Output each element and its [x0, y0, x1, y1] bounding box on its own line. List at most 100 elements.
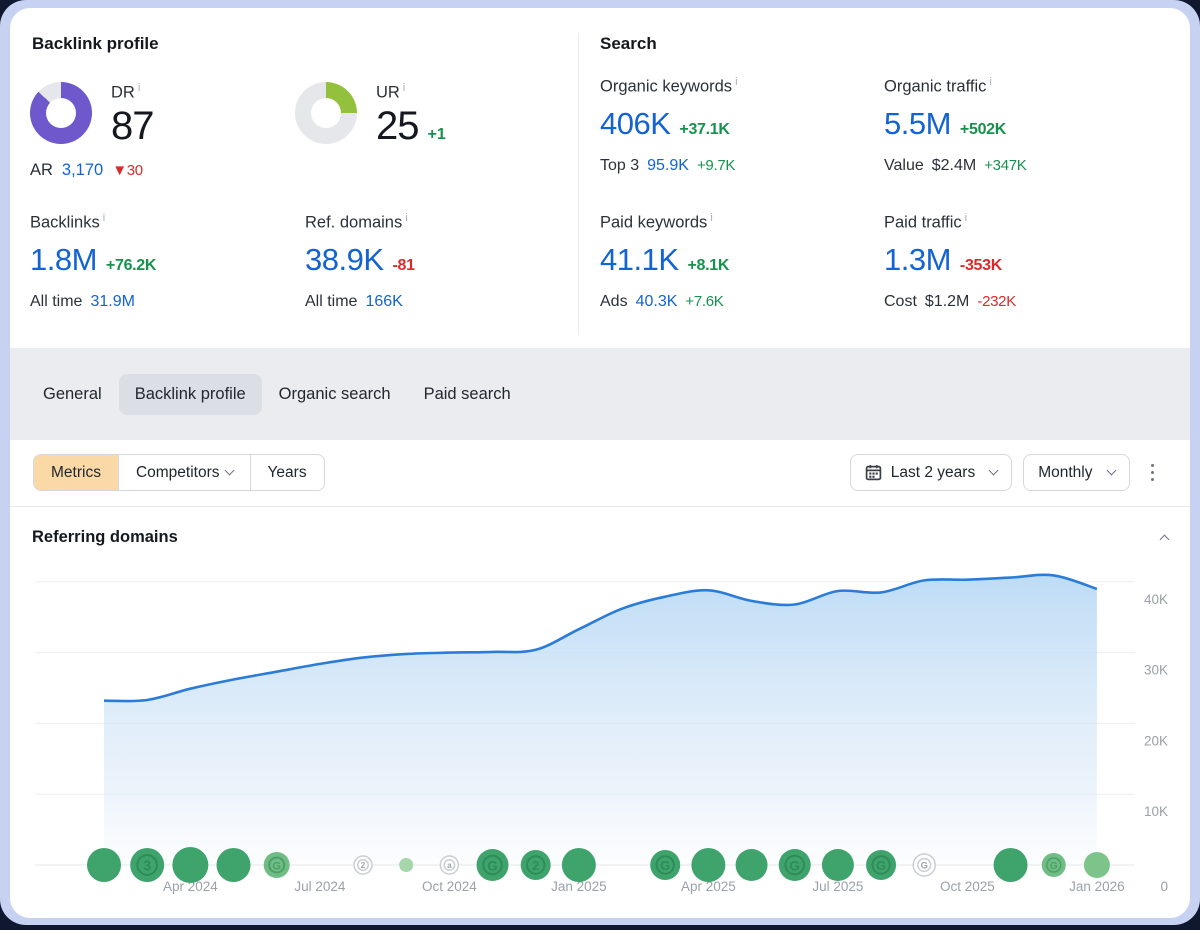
dr-donut-chart — [30, 82, 92, 144]
backlinks-label: Backlinksi — [30, 212, 156, 233]
google-update-marker[interactable] — [736, 849, 768, 881]
ar-label: AR — [30, 161, 53, 179]
paid-traffic-value[interactable]: 1.3M — [884, 242, 951, 278]
calendar-icon — [865, 464, 882, 481]
marker-letter: G — [660, 858, 670, 873]
y-axis-label: 0 — [1160, 879, 1168, 894]
top3-row: Top 395.9K+9.7K — [600, 157, 738, 175]
dr-value: 87 — [111, 104, 154, 149]
chevron-down-icon — [224, 466, 234, 476]
info-icon[interactable]: i — [989, 76, 991, 88]
marker-letter: 2 — [532, 858, 539, 873]
google-update-marker[interactable]: G — [779, 849, 811, 881]
backlinks-value[interactable]: 1.8M — [30, 242, 97, 278]
paid-keywords-value[interactable]: 41.1K — [600, 242, 679, 278]
google-update-marker[interactable]: 3 — [130, 848, 164, 882]
chart-toolbar: Metrics Competitors Years Last 2 years M… — [10, 440, 1190, 506]
paid-keywords-delta: +8.1K — [688, 257, 730, 275]
paid-keywords-label: Paid keywordsi — [600, 212, 729, 233]
info-icon[interactable]: i — [103, 212, 105, 224]
ref-domains-value[interactable]: 38.9K — [305, 242, 384, 278]
window-frame: Backlink profile Search DRi 87 URi 25+1 … — [0, 0, 1200, 925]
ur-label: URi — [376, 82, 446, 103]
tab-paid-search[interactable]: Paid search — [408, 374, 527, 415]
marker-letter: G — [876, 858, 886, 873]
ref-domains-delta: -81 — [393, 257, 415, 275]
google-update-marker[interactable]: 2 — [354, 856, 372, 874]
cost-row: Cost$1.2M-232K — [884, 293, 1016, 311]
ar-row: AR3,170▼30 — [30, 161, 143, 180]
google-update-marker[interactable] — [562, 848, 596, 882]
info-icon[interactable]: i — [965, 212, 967, 224]
info-icon[interactable]: i — [710, 212, 712, 224]
marker-letter: G — [487, 858, 498, 873]
organic-keywords-stat: Organic keywordsi 406K+37.1K Top 395.9K+… — [600, 76, 738, 175]
google-update-marker[interactable]: 2 — [521, 850, 551, 880]
dr-label: DRi — [111, 82, 154, 103]
google-update-marker[interactable] — [172, 847, 208, 883]
y-axis-label: 40K — [1144, 592, 1168, 607]
google-update-marker[interactable] — [87, 848, 121, 882]
competitors-segment[interactable]: Competitors — [119, 455, 251, 490]
y-axis-label: 30K — [1144, 663, 1168, 678]
search-title: Search — [600, 34, 657, 54]
google-update-marker[interactable]: a — [440, 856, 458, 874]
google-update-marker[interactable] — [994, 848, 1028, 882]
google-update-marker[interactable] — [691, 848, 725, 882]
y-axis-label: 10K — [1144, 804, 1168, 819]
google-update-marker[interactable]: G — [477, 849, 509, 881]
google-update-marker[interactable] — [1084, 852, 1110, 878]
backlinks-alltime: All time31.9M — [30, 293, 156, 311]
organic-traffic-delta: +502K — [960, 121, 1006, 139]
x-axis-label: Oct 2024 — [422, 879, 477, 894]
google-update-marker[interactable]: G — [264, 852, 290, 878]
organic-keywords-value[interactable]: 406K — [600, 106, 670, 142]
tab-organic-search[interactable]: Organic search — [263, 374, 407, 415]
info-icon[interactable]: i — [405, 212, 407, 224]
view-segmented-control: Metrics Competitors Years — [33, 454, 325, 491]
traffic-value-row: Value$2.4M+347K — [884, 157, 1027, 175]
google-update-marker[interactable]: G — [866, 850, 896, 880]
info-icon[interactable]: i — [735, 76, 737, 88]
years-segment[interactable]: Years — [251, 455, 324, 490]
marker-letter: a — [447, 861, 452, 870]
ref-domains-alltime: All time166K — [305, 293, 415, 311]
organic-traffic-value[interactable]: 5.5M — [884, 106, 951, 142]
ar-value[interactable]: 3,170 — [62, 161, 103, 179]
google-update-marker[interactable] — [217, 848, 251, 882]
ur-donut-chart — [295, 82, 357, 144]
google-update-marker[interactable]: G — [913, 854, 935, 876]
section-divider — [578, 34, 579, 334]
tab-general[interactable]: General — [27, 374, 118, 415]
marker-letter: G — [921, 861, 928, 871]
ref-domains-stat: Ref. domainsi 38.9K -81 All time166K — [305, 212, 415, 311]
more-options-button[interactable] — [1141, 458, 1165, 488]
tab-backlink-profile[interactable]: Backlink profile — [119, 374, 262, 415]
chevron-down-icon — [989, 466, 999, 476]
marker-letter: 3 — [143, 859, 151, 875]
date-range-button[interactable]: Last 2 years — [850, 454, 1012, 491]
toolbar-divider — [10, 506, 1190, 507]
info-icon[interactable]: i — [403, 82, 405, 94]
backlinks-stat: Backlinksi 1.8M+76.2K All time31.9M — [30, 212, 156, 311]
paid-traffic-stat: Paid traffici 1.3M-353K Cost$1.2M-232K — [884, 212, 1016, 311]
report-tabbar: GeneralBacklink profileOrganic searchPai… — [10, 348, 1190, 440]
google-update-marker[interactable]: G — [1042, 853, 1066, 877]
metrics-segment[interactable]: Metrics — [34, 455, 119, 490]
ref-domains-label: Ref. domainsi — [305, 212, 415, 233]
x-axis-label: Oct 2025 — [940, 879, 995, 894]
x-axis-label: Jul 2025 — [812, 879, 863, 894]
granularity-button[interactable]: Monthly — [1023, 454, 1129, 491]
marker-letter: 2 — [361, 861, 366, 870]
collapse-chevron-icon[interactable] — [1160, 535, 1170, 545]
google-update-marker[interactable] — [822, 849, 854, 881]
x-axis-label: Jan 2026 — [1069, 879, 1125, 894]
paid-traffic-label: Paid traffici — [884, 212, 1016, 233]
info-icon[interactable]: i — [138, 82, 140, 94]
paid-keywords-stat: Paid keywordsi 41.1K+8.1K Ads40.3K+7.6K — [600, 212, 729, 311]
organic-keywords-label: Organic keywordsi — [600, 76, 738, 97]
google-update-marker[interactable]: G — [650, 850, 680, 880]
referring-domains-chart[interactable]: 40K30K20K10K0Apr 2024Jul 2024Oct 2024Jan… — [10, 570, 1190, 910]
google-update-marker[interactable] — [399, 858, 413, 872]
marker-letter: G — [789, 858, 800, 873]
